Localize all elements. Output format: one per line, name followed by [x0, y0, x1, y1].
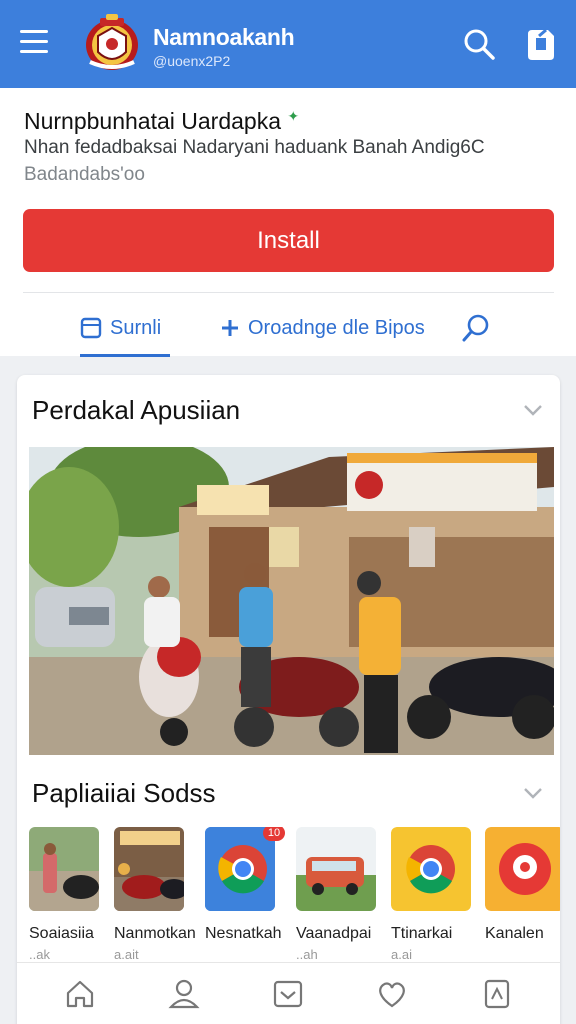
thumbnail-label: Vaanadpai — [296, 925, 372, 942]
chrome-icon-yellow — [391, 827, 471, 911]
active-tab-indicator — [80, 354, 170, 357]
thumbnail-item[interactable]: Kanalen — [485, 827, 560, 942]
app-category: Badandabs'oo — [24, 164, 145, 185]
tab-save-label: Surnli — [110, 316, 162, 339]
crest-logo — [86, 14, 138, 70]
menu-icon[interactable] — [20, 30, 54, 58]
notification-badge: 10 — [263, 827, 285, 841]
thumbnail-sub: a.ai — [391, 947, 412, 962]
app-name: Namnoakanh — [153, 24, 295, 50]
tab-add[interactable]: Oroadnge dle Bipos — [220, 308, 425, 348]
motorbike-photo-icon — [114, 827, 184, 911]
street-photo-icon — [29, 827, 99, 911]
plus-icon — [222, 320, 238, 336]
bottom-navigation — [17, 962, 560, 1024]
chevron-down-icon[interactable] — [522, 786, 544, 800]
van-photo-icon — [296, 827, 376, 911]
thumbnail-item[interactable]: Ttinarkai a.ai — [391, 827, 471, 962]
thumbnail-sub: a.ait — [114, 947, 139, 962]
tab-add-label: Oroadnge dle Bipos — [248, 316, 425, 339]
tab-save[interactable]: Surnli — [80, 308, 170, 357]
search-icon — [462, 314, 489, 342]
top-app-bar: Namnoakanh @uoenx2P2 — [0, 0, 576, 88]
share-icon[interactable] — [522, 26, 560, 62]
featured-photo[interactable] — [29, 447, 554, 755]
chevron-down-icon[interactable] — [522, 403, 544, 417]
thumbnail-item[interactable]: Soaiasiia ..ak — [29, 827, 101, 962]
divider — [23, 292, 554, 293]
thumbnail-label: Kanalen — [485, 925, 544, 942]
thumbnail-item[interactable]: Vaanadpai ..ah — [296, 827, 376, 962]
thumbnail-row: Soaiasiia ..ak Nanmotkan a.ait 10 Nesnat… — [29, 827, 560, 967]
thumbnail-label: Ttinarkai — [391, 925, 453, 942]
red-app-icon — [485, 827, 560, 911]
inbox-icon[interactable] — [271, 977, 305, 1011]
search-icon[interactable] — [462, 27, 496, 61]
app-subtitle: Nhan fedadbaksai Nadaryani haduank Banah… — [24, 137, 485, 158]
tab-search[interactable] — [460, 308, 500, 348]
thumbnail-item[interactable]: 10 Nesnatkah — [205, 827, 285, 942]
heart-icon[interactable] — [375, 977, 409, 1011]
install-button[interactable]: Install — [23, 209, 554, 272]
save-icon — [80, 317, 102, 339]
verified-icon: ✦ — [287, 108, 300, 124]
chrome-icon — [205, 827, 275, 911]
thumbnail-sub: ..ah — [296, 947, 318, 962]
profile-icon[interactable] — [167, 977, 201, 1011]
home-icon[interactable] — [63, 977, 97, 1011]
popular-section-title: Papliaiiai Sodss — [32, 778, 216, 808]
content-card: Perdakal Apusiian Papliaiiai Sodss Soaia… — [17, 375, 560, 1024]
thumbnail-label: Nesnatkah — [205, 925, 282, 942]
bookmark-icon[interactable] — [480, 977, 514, 1011]
app-handle: @uoenx2P2 — [153, 53, 231, 69]
thumbnail-label: Soaiasiia — [29, 925, 94, 942]
street-scene-image — [29, 447, 554, 755]
thumbnail-item[interactable]: Nanmotkan a.ait — [114, 827, 196, 962]
thumbnail-label: Nanmotkan — [114, 925, 196, 942]
page-title: Nurnpbunhatai Uardapka ✦ — [24, 108, 300, 134]
featured-section-title: Perdakal Apusiian — [32, 395, 241, 425]
app-header-card: Nurnpbunhatai Uardapka ✦ Nhan fedadbaksa… — [0, 88, 576, 357]
thumbnail-sub: ..ak — [29, 947, 50, 962]
